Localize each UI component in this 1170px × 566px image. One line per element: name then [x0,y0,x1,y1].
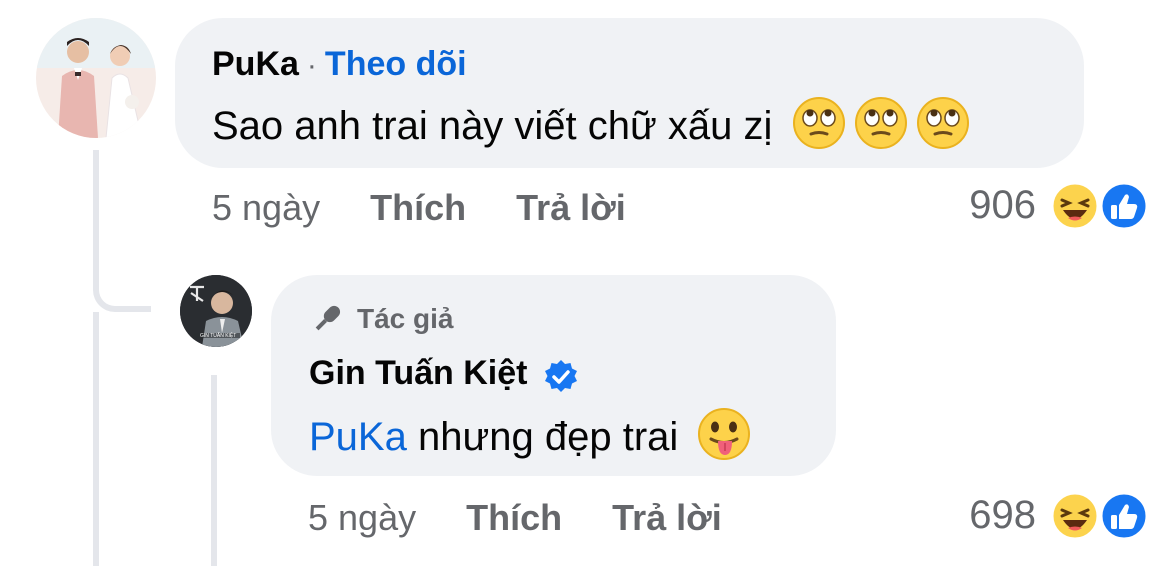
reply-reaction-icons[interactable] [1050,490,1149,541]
reply-button[interactable]: Trả lời [516,187,626,228]
face-with-rolling-eyes-icon [854,96,908,161]
avatar-gin-tuan-kiet[interactable]: GIN TUẤN KIỆT [180,275,252,347]
face-with-rolling-eyes-icon [792,96,846,161]
like-icon [1099,181,1149,231]
comment-timestamp[interactable]: 5 ngày [212,187,320,228]
face-with-rolling-eyes-icon [916,96,970,161]
reply-actions: 5 ngày Thích Trả lời [308,498,722,538]
verified-badge-icon [542,358,580,401]
thread-line-main-lower [93,312,99,566]
reaction-count[interactable]: 906 [940,183,1036,227]
svg-text:GIN TUẤN KIỆT: GIN TUẤN KIỆT [200,331,236,339]
like-icon [1099,491,1149,541]
avatar-puka[interactable] [36,18,156,138]
comment-bubble: PuKa · Theo dõi Sao anh trai này viết chữ … [175,18,1084,168]
author-tag: Tác giả [309,301,836,337]
thread-connector-curve [93,240,151,312]
face-with-tongue-icon [697,407,751,472]
author-tag-label: Tác giả [357,303,454,334]
comment-actions: 5 ngày Thích Trả lời [212,188,626,228]
thread-line-reply [211,375,217,566]
reaction-icons[interactable] [1050,180,1149,231]
separator-dot: · [306,49,317,82]
reply-bubble: Tác giả Gin Tuấn Kiệt PuKa nhưng đẹp tra… [271,275,836,476]
reply-reply-button[interactable]: Trả lời [612,497,722,538]
thread-line-main [93,150,99,250]
haha-icon [1050,491,1100,541]
microphone-icon [309,301,345,337]
reply-header: Gin Tuấn Kiệt [309,353,836,395]
comment-header: PuKa · Theo dõi [212,44,1084,86]
follow-link[interactable]: Theo dõi [325,45,467,83]
like-button[interactable]: Thích [370,187,466,228]
mention-link[interactable]: PuKa [309,415,407,459]
reply-text-row: PuKa nhưng đẹp trai [309,407,836,472]
reply-author-name[interactable]: Gin Tuấn Kiệt [309,354,527,392]
reply-reaction-count[interactable]: 698 [940,493,1036,537]
haha-icon [1050,181,1100,231]
comment-author-name[interactable]: PuKa [212,45,299,83]
reply-text: nhưng đẹp trai [406,415,679,460]
comment-text-row: Sao anh trai này viết chữ xấu zị [212,96,1084,161]
reply-like-button[interactable]: Thích [466,497,562,538]
comment-text: Sao anh trai này viết chữ xấu zị [212,104,773,149]
reply-timestamp[interactable]: 5 ngày [308,497,416,538]
